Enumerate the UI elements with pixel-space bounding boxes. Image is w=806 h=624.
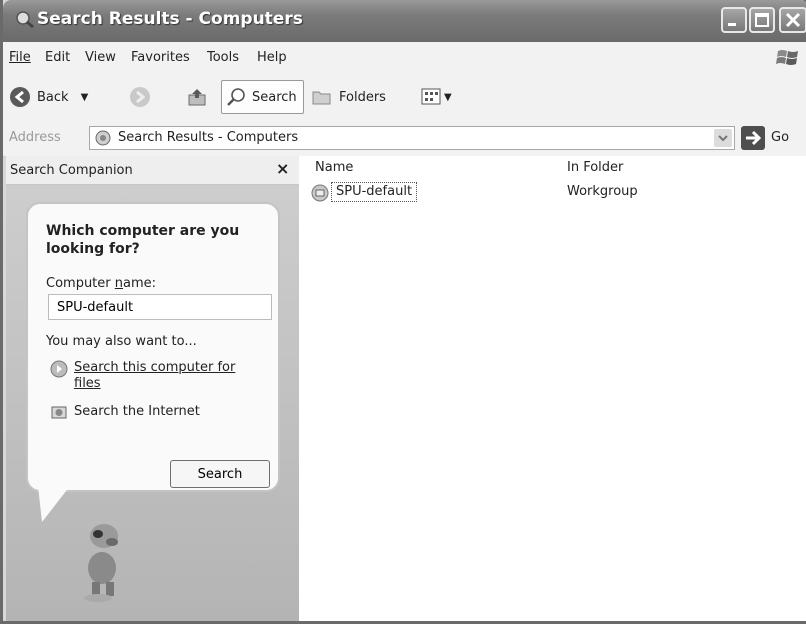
views-icon <box>421 88 441 105</box>
search-companion-pane: Search Companion × Which computer are yo… <box>6 156 299 621</box>
companion-header: Search Companion × <box>6 156 299 185</box>
maximize-icon <box>755 13 769 27</box>
forward-button[interactable] <box>129 80 151 114</box>
result-folder: Workgroup <box>567 184 638 199</box>
folders-icon <box>312 91 331 105</box>
views-dropdown-icon: ▼ <box>444 91 452 103</box>
search-window-icon <box>16 11 34 28</box>
address-bar: Address Search Results - Computers Go <box>3 120 806 157</box>
toolbar: Back ▼ Search Folders ▼ <box>3 74 806 121</box>
go-button[interactable] <box>741 126 765 150</box>
results-pane: Name In Folder SPU-default Workgroup <box>299 156 806 621</box>
back-button[interactable]: Back ▼ <box>9 80 88 114</box>
search-label: Search <box>252 89 297 105</box>
menu-favorites[interactable]: Favorites <box>131 50 190 65</box>
search-dog-icon <box>84 524 118 602</box>
menu-bar: File Edit View Favorites Tools Help <box>3 42 806 75</box>
up-folder-icon <box>188 89 206 106</box>
search-icon <box>227 88 245 106</box>
address-value: Search Results - Computers <box>118 130 299 145</box>
computer-name-label: Computer name: <box>46 276 157 291</box>
search-internet-link[interactable]: Search the Internet <box>50 404 254 422</box>
search-button[interactable]: Search <box>221 80 304 114</box>
menu-file-label: File <box>9 50 31 65</box>
folders-label: Folders <box>339 89 386 105</box>
column-header-in-folder[interactable]: In Folder <box>567 160 623 175</box>
search-internet-label: Search the Internet <box>74 404 200 419</box>
bubble-tail <box>38 486 70 522</box>
menu-edit[interactable]: Edit <box>45 50 70 65</box>
search-submit-button[interactable]: Search <box>170 460 270 488</box>
back-dropdown-icon[interactable]: ▼ <box>81 92 89 103</box>
title-bar[interactable]: Search Results - Computers <box>3 0 806 42</box>
address-label: Address <box>9 130 61 145</box>
back-arrow-icon <box>10 87 30 107</box>
companion-close-icon[interactable]: × <box>276 159 289 178</box>
column-header-name[interactable]: Name <box>315 160 353 175</box>
menu-tools[interactable]: Tools <box>207 50 239 65</box>
companion-title: Search Companion <box>10 163 133 178</box>
views-button[interactable]: ▼ <box>421 80 452 114</box>
maximize-button[interactable] <box>749 7 775 33</box>
go-label[interactable]: Go <box>771 130 789 145</box>
address-input[interactable]: Search Results - Computers <box>89 126 735 150</box>
forward-arrow-icon <box>130 87 150 107</box>
result-name: SPU-default <box>331 182 418 202</box>
chevron-down-icon <box>718 135 728 142</box>
result-row[interactable]: SPU-default Workgroup <box>311 182 791 204</box>
menu-file[interactable]: File <box>9 50 31 65</box>
menu-help[interactable]: Help <box>257 50 287 65</box>
also-want-label: You may also want to... <box>46 334 197 349</box>
minimize-button[interactable] <box>721 7 747 33</box>
folders-button[interactable]: Folders <box>311 80 386 114</box>
computer-icon <box>311 184 329 202</box>
companion-bubble: Which computer are you looking for? Comp… <box>26 202 280 492</box>
close-icon <box>785 12 801 28</box>
minimize-icon <box>728 23 736 26</box>
computer-name-input[interactable] <box>48 294 272 320</box>
windows-logo-icon <box>776 50 798 65</box>
explorer-window: Search Results - Computers File Edit Vie… <box>0 0 806 624</box>
search-files-label: Search this computer for files <box>74 360 236 391</box>
window-title: Search Results - Computers <box>37 9 303 29</box>
go-arrow-icon <box>746 130 762 146</box>
close-button[interactable] <box>779 7 806 33</box>
search-results-icon <box>95 130 111 146</box>
companion-question: Which computer are you looking for? <box>46 223 240 257</box>
menu-view[interactable]: View <box>85 50 116 65</box>
internet-icon <box>51 406 67 419</box>
address-dropdown-button[interactable] <box>714 129 732 147</box>
back-label: Back <box>37 89 69 105</box>
search-files-link[interactable]: Search this computer for files <box>50 360 254 392</box>
up-folder-button[interactable] <box>187 80 209 114</box>
arrow-bullet-icon <box>50 360 68 378</box>
